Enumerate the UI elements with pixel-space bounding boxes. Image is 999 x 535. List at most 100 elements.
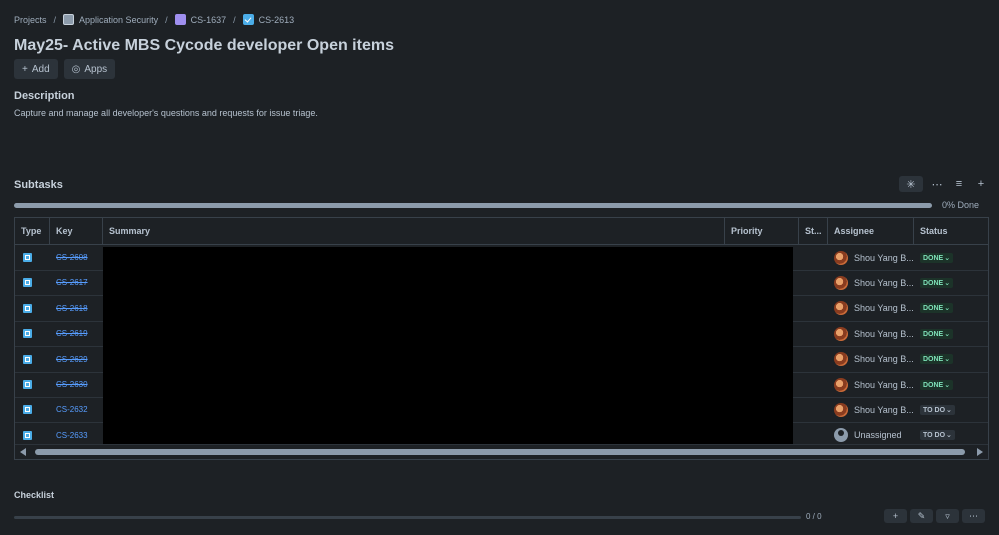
task-icon [242, 14, 254, 25]
type-cell [15, 270, 50, 295]
apps-button[interactable]: ◎ Apps [63, 59, 116, 79]
status-badge[interactable]: DONE⌄ [920, 328, 954, 339]
status-label: TO DO [923, 432, 946, 440]
apps-button-label: Apps [84, 63, 108, 75]
chevron-down-icon: ⌄ [946, 406, 952, 414]
chevron-down-icon: ⌄ [944, 254, 951, 262]
checklist-heading: Checklist [14, 490, 55, 500]
status-badge[interactable]: DONE⌄ [920, 252, 954, 263]
status-cell: DONE⌄ [914, 296, 988, 321]
avatar [834, 428, 848, 443]
column-priority[interactable]: Priority [725, 218, 799, 244]
breadcrumb-application-security[interactable]: Application Security [79, 15, 158, 25]
subtasks-table: Type Key Summary Priority St... Assignee… [14, 217, 989, 460]
scrollbar-thumb[interactable] [35, 449, 965, 455]
issue-key-link[interactable]: CS-2632 [56, 405, 88, 414]
ai-sparkle-button[interactable]: ✳ [899, 176, 923, 192]
assignee-cell[interactable]: Shou Yang B... [828, 347, 914, 372]
subtask-icon [23, 253, 32, 262]
assignee-cell[interactable]: Shou Yang B... [828, 296, 914, 321]
status-label: DONE [923, 356, 944, 364]
assignee-name: Shou Yang B... [854, 404, 914, 415]
checklist-edit-button[interactable]: ✎ [910, 509, 933, 523]
status-badge[interactable]: TO DO⌄ [920, 430, 955, 441]
chevron-down-icon: ⌄ [944, 381, 951, 389]
status-badge[interactable]: DONE⌄ [920, 379, 954, 390]
column-status[interactable]: Status [914, 218, 988, 244]
type-cell [15, 296, 50, 321]
breadcrumb-separator: / [165, 14, 168, 25]
column-key[interactable]: Key [50, 218, 103, 244]
more-options-button[interactable]: ⋯ [929, 176, 945, 192]
status-cell: TO DO⌄ [914, 397, 988, 422]
horizontal-scrollbar[interactable] [15, 444, 988, 459]
checklist-progress-bar [14, 516, 801, 519]
type-cell [15, 397, 50, 422]
breadcrumb: Projects / Application Security / CS-163… [14, 14, 294, 25]
pencil-icon: ✎ [917, 510, 926, 521]
checklist-more-button[interactable]: ⋯ [962, 509, 985, 523]
column-assignee[interactable]: Assignee [828, 218, 914, 244]
assignee-name: Shou Yang B... [854, 252, 914, 263]
scroll-left-icon[interactable] [20, 448, 26, 456]
checklist-toolbar: + ✎ ▿ ⋯ [884, 509, 985, 523]
assignee-cell[interactable]: Shou Yang B... [828, 270, 914, 295]
status-label: DONE [923, 305, 944, 313]
key-cell: CS-2632 [50, 397, 103, 422]
avatar [834, 275, 848, 290]
scroll-right-icon[interactable] [977, 448, 983, 456]
page-title: May25- Active MBS Cycode developer Open … [14, 37, 394, 54]
subtask-icon [23, 380, 32, 389]
chevron-down-icon: ⌄ [944, 330, 951, 338]
column-status-category[interactable]: St... [799, 218, 828, 244]
assignee-name: Shou Yang B... [854, 379, 914, 390]
avatar [834, 352, 848, 367]
checklist-add-button[interactable]: + [884, 509, 907, 523]
key-cell: CS-2617 [50, 270, 103, 295]
status-label: DONE [923, 254, 944, 262]
assignee-cell[interactable]: Shou Yang B... [828, 397, 914, 422]
sparkle-icon: ✳ [906, 178, 916, 191]
avatar [834, 301, 848, 316]
breadcrumb-projects[interactable]: Projects [14, 15, 47, 25]
status-badge[interactable]: TO DO⌄ [920, 404, 955, 415]
description-text[interactable]: Capture and manage all developer's quest… [14, 108, 318, 118]
table-header: Type Key Summary Priority St... Assignee… [15, 218, 988, 245]
assignee-cell[interactable]: Shou Yang B... [828, 372, 914, 397]
breadcrumb-cs-2613[interactable]: CS-2613 [259, 15, 295, 25]
issue-key-link[interactable]: CS-2629 [56, 355, 88, 364]
chevron-down-icon: ⌄ [944, 356, 951, 364]
subtask-icon [23, 278, 32, 288]
status-badge[interactable]: DONE⌄ [920, 354, 954, 365]
configure-button[interactable]: ≡ [951, 176, 967, 192]
add-button-label: Add [31, 63, 50, 75]
add-button[interactable]: + Add [14, 59, 58, 79]
assignee-cell[interactable]: Shou Yang B... [828, 245, 914, 270]
key-cell: CS-2630 [50, 372, 103, 397]
key-cell: CS-2629 [50, 347, 103, 372]
status-cell: DONE⌄ [914, 347, 988, 372]
project-icon [63, 14, 75, 25]
issue-key-link[interactable]: CS-2630 [56, 380, 88, 389]
chevron-down-icon: ⌄ [946, 432, 952, 440]
assignee-name: Shou Yang B... [854, 328, 914, 339]
assignee-name: Unassigned [854, 430, 902, 441]
checklist-filter-button[interactable]: ▿ [936, 509, 959, 523]
issue-key-link[interactable]: CS-2619 [56, 329, 88, 338]
add-subtask-button[interactable]: + [973, 176, 989, 192]
issue-key-link[interactable]: CS-2618 [56, 304, 88, 313]
issue-key-link[interactable]: CS-2608 [56, 253, 88, 262]
subtask-icon [23, 405, 32, 415]
assignee-cell[interactable]: Shou Yang B... [828, 321, 914, 346]
chevron-down-icon: ⌄ [944, 305, 951, 313]
breadcrumb-cs-1637[interactable]: CS-1637 [191, 15, 227, 25]
status-label: DONE [923, 279, 944, 287]
column-type[interactable]: Type [15, 218, 50, 244]
status-badge[interactable]: DONE⌄ [920, 303, 954, 314]
issue-key-link[interactable]: CS-2633 [56, 431, 88, 440]
status-badge[interactable]: DONE⌄ [920, 277, 954, 288]
column-summary[interactable]: Summary [103, 218, 725, 244]
issue-key-link[interactable]: CS-2617 [56, 278, 88, 287]
type-cell [15, 347, 50, 372]
chevron-down-icon: ⌄ [944, 279, 951, 287]
